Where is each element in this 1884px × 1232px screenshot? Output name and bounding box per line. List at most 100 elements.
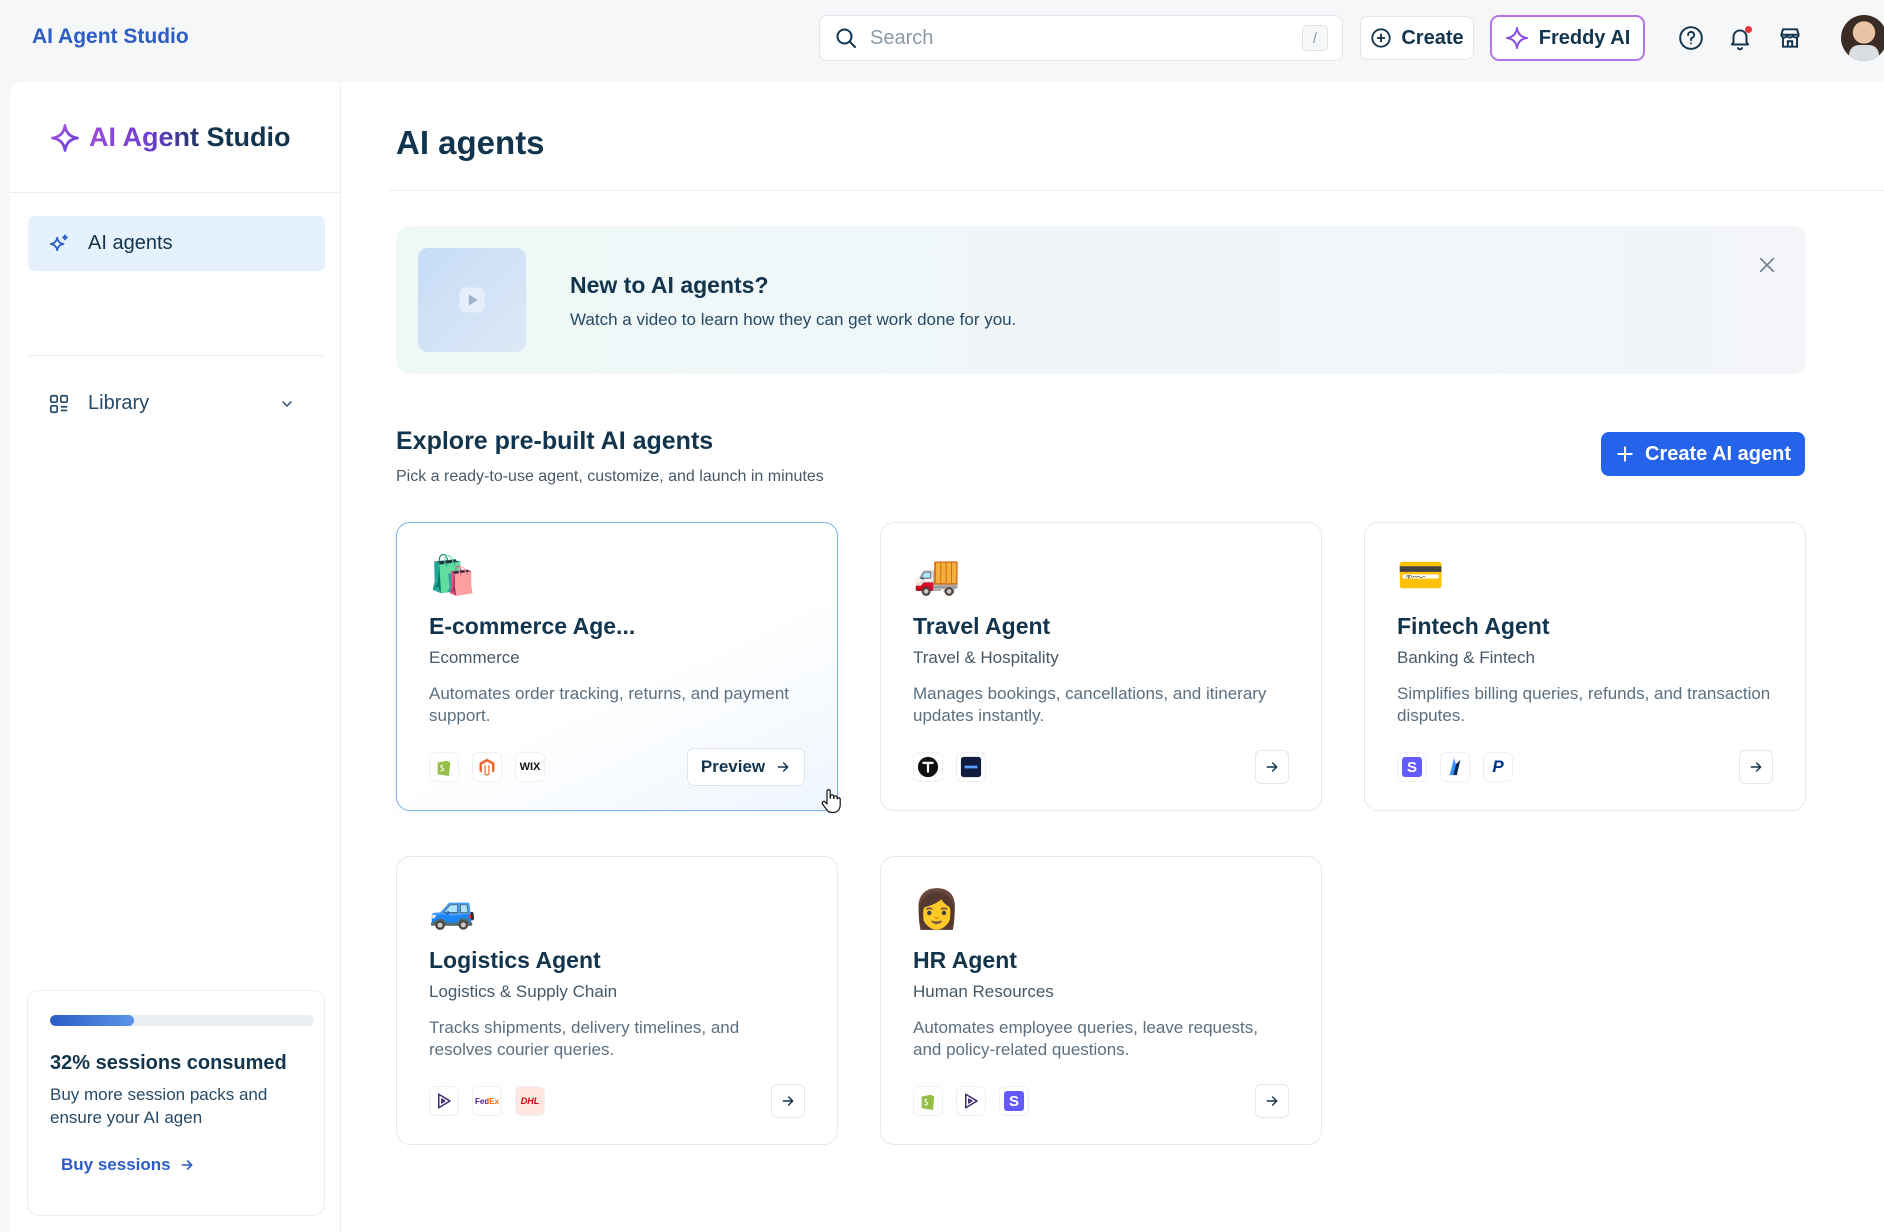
agent-title: Fintech Agent: [1397, 613, 1550, 639]
help-icon[interactable]: [1676, 23, 1706, 53]
shipway-icon: [429, 1086, 459, 1116]
dhl-icon: DHL: [515, 1086, 545, 1116]
fedex-label: FedEx: [474, 1096, 499, 1106]
agent-title: E-commerce Age...: [429, 613, 636, 639]
banner-title: New to AI agents?: [570, 272, 769, 298]
open-agent-button[interactable]: [771, 1084, 805, 1118]
sidebar-item-ai-agents[interactable]: AI agents: [28, 216, 325, 271]
tripadvisor-icon: [913, 752, 943, 782]
stripe-icon: S: [1397, 752, 1427, 782]
marketplace-icon[interactable]: [1775, 23, 1805, 53]
play-icon: [459, 287, 485, 313]
notification-dot: [1745, 26, 1752, 33]
agent-card-footer: S: [913, 1084, 1289, 1118]
open-agent-button[interactable]: [1255, 750, 1289, 784]
agent-card-fintech[interactable]: 💳 Fintech Agent Banking & Fintech Simpli…: [1364, 522, 1806, 811]
shipway-icon: [956, 1086, 986, 1116]
freddy-ai-button[interactable]: Freddy AI: [1490, 15, 1645, 61]
create-ai-agent-button[interactable]: Create AI agent: [1601, 432, 1805, 476]
main-content: AI agents New to AI agents? Watch a vide…: [341, 82, 1884, 1232]
buy-sessions-label: Buy sessions: [61, 1155, 171, 1174]
arrow-right-icon: [1266, 1096, 1278, 1106]
sessions-progress-bar: [50, 1015, 314, 1026]
agent-title: Travel Agent: [913, 613, 1051, 639]
stripe-icon: S: [999, 1086, 1029, 1116]
sessions-title: 32% sessions consumed: [50, 1052, 287, 1074]
search-input[interactable]: [870, 26, 1302, 50]
open-agent-button[interactable]: [1739, 750, 1773, 784]
delivery-truck-icon: 🚚: [913, 555, 961, 597]
agent-card-hr[interactable]: 👩 HR Agent Human Resources Automates emp…: [880, 856, 1322, 1145]
paypal-letter: P: [1492, 757, 1504, 776]
agent-card-footer: FedEx DHL: [429, 1084, 805, 1118]
sessions-progress-fill: [50, 1015, 135, 1026]
top-bar: AI Agent Studio / Create Freddy AI: [0, 0, 1884, 82]
freddy-ai-label: Freddy AI: [1538, 26, 1631, 49]
search-icon: [836, 28, 856, 48]
user-avatar[interactable]: [1841, 15, 1884, 61]
agent-card-travel[interactable]: 🚚 Travel Agent Travel & Hospitality Mana…: [880, 522, 1322, 811]
create-button[interactable]: Create: [1360, 16, 1474, 60]
close-icon[interactable]: [1752, 250, 1782, 280]
car-icon: 🚙: [429, 889, 477, 931]
plus-circle-icon: [1371, 28, 1391, 48]
open-agent-button[interactable]: [1255, 1084, 1289, 1118]
agent-description: Tracks shipments, delivery timelines, an…: [429, 1018, 740, 1059]
sidebar-divider: [10, 192, 341, 193]
buy-sessions-link[interactable]: Buy sessions: [61, 1155, 302, 1175]
sidebar-item-label: AI agents: [88, 232, 173, 254]
chevron-down-icon[interactable]: [279, 396, 295, 412]
sparkle-icon: [1505, 27, 1528, 49]
search-bar[interactable]: /: [819, 15, 1343, 61]
agent-card-footer: S P: [1397, 750, 1773, 784]
fedex-icon: FedEx: [472, 1086, 502, 1116]
razorpay-icon: [1440, 752, 1470, 782]
sidebar-brand-name: AI Agent Studio: [89, 122, 291, 152]
create-ai-agent-label: Create AI agent: [1645, 442, 1791, 465]
sidebar-brand: AI Agent Studio: [50, 122, 290, 153]
agent-description: Automates employee queries, leave reques…: [913, 1018, 1258, 1059]
shopping-bag-icon: 🛍️: [429, 555, 477, 597]
credit-card-icon: 💳: [1397, 555, 1445, 597]
agent-category: Logistics & Supply Chain: [429, 982, 618, 1001]
arrow-right-icon: [782, 1096, 794, 1106]
create-button-label: Create: [1401, 26, 1464, 49]
agent-card-logistics[interactable]: 🚙 Logistics Agent Logistics & Supply Cha…: [396, 856, 838, 1145]
agent-category: Ecommerce: [429, 648, 520, 667]
stripe-letter: S: [1402, 757, 1422, 777]
arrow-right-icon: [181, 1160, 193, 1170]
stripe-letter: S: [1004, 1091, 1024, 1111]
agent-description: Automates order tracking, returns, and p…: [429, 684, 790, 725]
sessions-description: Buy more session packs and ensure your A…: [50, 1085, 268, 1127]
banner-description: Watch a video to learn how they can get …: [570, 310, 1017, 329]
preview-button[interactable]: Preview: [687, 748, 805, 786]
intro-banner: New to AI agents? Watch a video to learn…: [396, 226, 1806, 374]
dhl-label: DHL: [520, 1096, 540, 1106]
paypal-icon: P: [1483, 752, 1513, 782]
agent-card-ecommerce[interactable]: 🛍️ E-commerce Age... Ecommerce Automates…: [396, 522, 838, 811]
sparkles-icon: [49, 233, 68, 251]
person-icon: 👩: [913, 889, 961, 931]
video-thumbnail[interactable]: [418, 248, 526, 352]
agent-category: Banking & Fintech: [1397, 648, 1535, 667]
section-title: Explore pre-built AI agents: [396, 427, 714, 455]
library-grid-icon: [49, 394, 69, 413]
header-divider: [389, 190, 1884, 191]
sidebar-divider: [28, 355, 325, 356]
page-title: AI agents: [396, 124, 545, 161]
notification-bell-icon[interactable]: [1725, 23, 1755, 53]
agent-description: Simplifies billing queries, refunds, and…: [1397, 684, 1771, 725]
sessions-card: 32% sessions consumed Buy more session p…: [27, 990, 325, 1216]
sidebar-item-library[interactable]: Library: [28, 376, 325, 431]
plus-icon: [1617, 446, 1633, 462]
wix-icon: WIX: [515, 752, 545, 782]
app-title[interactable]: AI Agent Studio: [32, 25, 189, 49]
agent-category: Human Resources: [913, 982, 1054, 1001]
booking-icon: [956, 752, 986, 782]
shopify-icon: [429, 752, 459, 782]
arrow-right-icon: [1750, 762, 1762, 772]
agent-title: Logistics Agent: [429, 947, 601, 973]
preview-label: Preview: [700, 757, 766, 776]
magento-icon: [472, 752, 502, 782]
agent-title: HR Agent: [913, 947, 1017, 973]
